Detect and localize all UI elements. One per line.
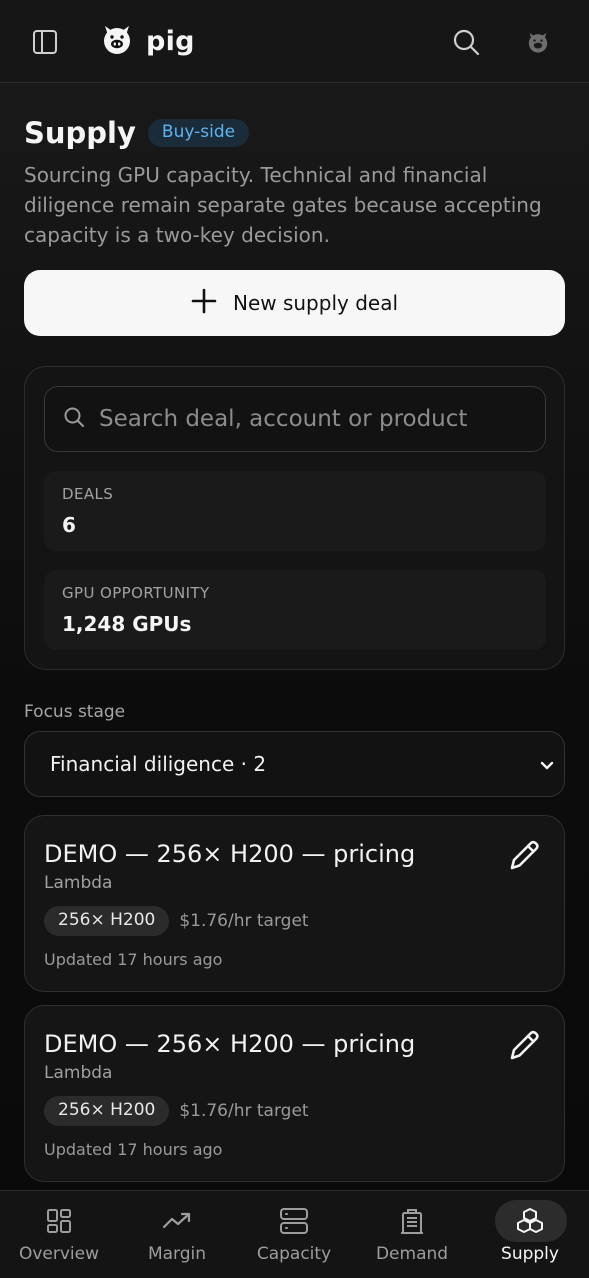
nav-capacity[interactable]: Capacity: [235, 1190, 353, 1278]
nav-margin[interactable]: Margin: [118, 1190, 236, 1278]
nav-label: Margin: [147, 1244, 207, 1264]
search-icon[interactable]: [449, 25, 483, 59]
deal-account: Lambda: [44, 873, 113, 893]
plus-icon: [191, 288, 217, 319]
deal-product-chip: 256× H200: [44, 1096, 170, 1126]
server-icon: [279, 1206, 309, 1236]
search-placeholder: Search deal, account or product: [99, 406, 468, 432]
edit-pencil-icon[interactable]: [504, 1026, 544, 1066]
stat-gpu-opportunity: GPU OPPORTUNITY 1,248 GPUs: [44, 570, 546, 650]
grid-icon: [45, 1206, 73, 1236]
chevron-down-icon: [538, 756, 556, 778]
nav-demand[interactable]: Demand: [353, 1190, 471, 1278]
edit-pencil-icon[interactable]: [504, 836, 544, 876]
brand-name: pig: [146, 25, 195, 57]
deal-price: $1.76/hr target: [179, 1101, 309, 1121]
trending-up-icon: [162, 1206, 192, 1236]
buy-side-badge: Buy-side: [147, 119, 250, 147]
stats-card: Search deal, account or product DEALS 6 …: [24, 366, 565, 670]
pig-logo-icon: [100, 22, 134, 60]
boxes-icon: [515, 1206, 545, 1236]
stat-value: 1,248 GPUs: [62, 612, 192, 636]
search-input[interactable]: Search deal, account or product: [44, 386, 546, 452]
avatar[interactable]: [522, 26, 554, 58]
brand[interactable]: pig: [100, 22, 195, 60]
deal-title: DEMO — 256× H200 — pricing: [44, 1030, 416, 1058]
focus-stage-select[interactable]: Financial diligence · 2: [24, 731, 565, 797]
deal-title: DEMO — 256× H200 — pricing: [44, 840, 416, 868]
supply-page: pig Supply Buy-side Sourcing GPU capacit…: [0, 0, 589, 1278]
deal-meta-row: 256× H200 $1.76/hr target: [44, 1096, 309, 1126]
page-subtitle: Sourcing GPU capacity. Technical and fin…: [24, 163, 542, 247]
nav-supply[interactable]: Supply: [471, 1190, 589, 1278]
page-title: Supply: [24, 116, 136, 150]
deal-card[interactable]: DEMO — 256× H200 — pricing Lambda 256× H…: [24, 815, 565, 992]
stat-label: GPU OPPORTUNITY: [62, 584, 210, 602]
deal-price: $1.76/hr target: [179, 911, 309, 931]
nav-label: Capacity: [256, 1244, 332, 1264]
stat-label: DEALS: [62, 485, 114, 503]
deal-card[interactable]: DEMO — 256× H200 — pricing Lambda 256× H…: [24, 1005, 565, 1182]
deal-product-chip: 256× H200: [44, 906, 170, 936]
focus-stage-value: Financial diligence · 2: [50, 752, 267, 776]
new-supply-deal-label: New supply deal: [232, 291, 399, 315]
top-bar: pig: [0, 0, 589, 83]
new-supply-deal-button[interactable]: New supply deal: [24, 270, 565, 336]
nav-overview[interactable]: Overview: [0, 1190, 118, 1278]
focus-stage-label: Focus stage: [24, 702, 126, 722]
building-icon: [398, 1206, 426, 1236]
search-icon: [63, 406, 85, 432]
deal-updated: Updated 17 hours ago: [44, 1140, 223, 1159]
nav-label: Demand: [375, 1244, 449, 1264]
stat-deals: DEALS 6: [44, 471, 546, 551]
title-row: Supply Buy-side: [24, 116, 250, 150]
sidebar-toggle-icon[interactable]: [29, 26, 61, 58]
deal-account: Lambda: [44, 1063, 113, 1083]
stat-value: 6: [62, 513, 76, 537]
nav-label: Overview: [18, 1244, 100, 1264]
deal-updated: Updated 17 hours ago: [44, 950, 223, 969]
nav-label: Supply: [501, 1244, 559, 1264]
deal-meta-row: 256× H200 $1.76/hr target: [44, 906, 309, 936]
